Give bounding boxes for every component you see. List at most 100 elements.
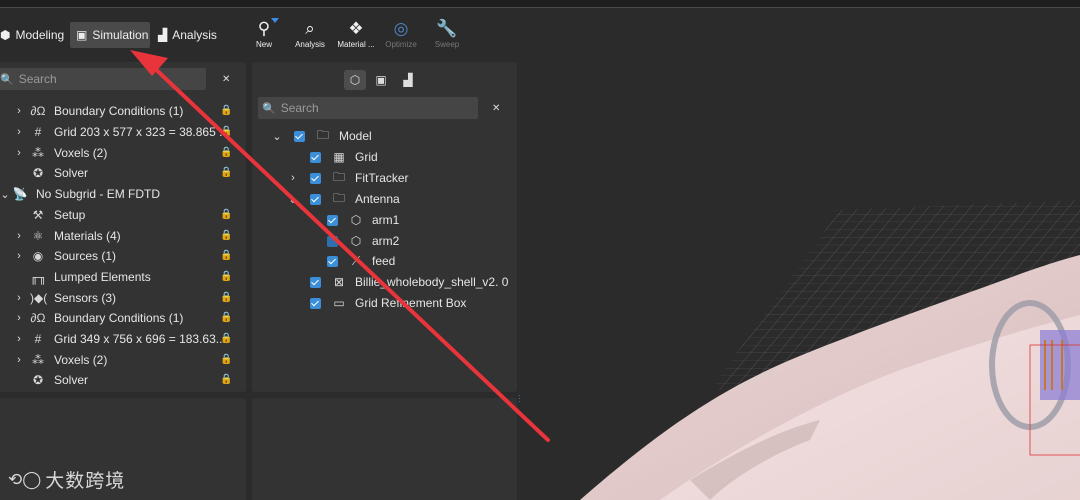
modeling-mode-button[interactable]: ⬢ Modeling [0,22,70,48]
solver-icon: ✪ [32,373,44,387]
tree-item[interactable]: ╓╖ Lumped Elements [30,267,151,287]
folder-icon: 🗀 [332,169,345,184]
lock-icon[interactable]: 🔒 [220,209,232,220]
visibility-checkbox[interactable] [310,276,321,288]
tree-item[interactable]: › ⁂ Voxels (2) [16,350,107,370]
visibility-checkbox[interactable] [294,130,305,142]
explorer-tabs: ⬡ ▣ ▟ [342,70,422,90]
collapse-all-icon[interactable]: ✕ [222,74,230,85]
tree-item[interactable]: ⊠ Billie_wholebody_shell_v2. 0 [310,272,508,292]
boundary-conditions-icon: ∂Ω [30,104,46,118]
visibility-checkbox[interactable] [310,297,321,309]
analysis-tab-bar-chart-icon[interactable]: ▟ [397,70,419,90]
simulation-search-input[interactable]: 🔍 Search [0,68,206,90]
tree-item[interactable]: › # Grid 203 x 577 x 323 = 38.865 ... [16,122,229,142]
visibility-checkbox[interactable] [327,235,338,247]
materials-icon: ⚛ [32,229,44,243]
sweep-button[interactable]: 🔧 Sweep [422,18,472,49]
tree-item-label: Billie_wholebody_shell_v2. 0 [355,275,509,289]
analysis-mode-button[interactable]: ▟ Analysis [152,22,223,48]
chevron-right-icon[interactable]: › [14,147,24,159]
target-icon: ◎ [393,19,409,38]
3d-viewport[interactable] [520,60,1080,500]
tree-item-label: No Subgrid - EM FDTD [36,187,161,201]
tree-item[interactable]: ⟋ feed [327,251,395,271]
tree-item[interactable]: ✪ Solver [30,163,88,183]
chevron-right-icon[interactable]: › [288,172,298,184]
tree-item-label: Voxels (2) [54,146,108,160]
tree-item[interactable]: › )◆( Sensors (3) [16,288,116,308]
tree-item-label: Materials (4) [54,229,121,243]
lock-icon[interactable]: 🔒 [220,292,232,303]
simulation-tab-chip-icon[interactable]: ▣ [370,70,392,90]
lock-icon[interactable]: 🔒 [220,354,232,365]
tree-item[interactable]: ⌄ 🗀 Antenna [288,189,399,209]
tree-item-model[interactable]: ⌄ 🗀 Model [272,126,371,146]
analysis-tool-label: Analysis [295,40,325,49]
lock-icon[interactable]: 🔒 [220,312,232,323]
lock-icon[interactable]: 🔒 [220,250,232,261]
simulation-search-placeholder: Search [18,72,57,86]
tree-item[interactable]: ⚒ Setup [30,205,86,225]
chevron-right-icon[interactable]: › [14,312,24,324]
tree-item-subgrid[interactable]: ⌄ 📡 No Subgrid - EM FDTD [0,184,161,204]
tree-item-label: Voxels (2) [54,353,108,367]
lock-icon[interactable]: 🔒 [220,271,232,282]
dropdown-caret-icon[interactable] [271,18,279,23]
lock-icon[interactable]: 🔒 [220,374,232,385]
visibility-checkbox[interactable] [310,151,321,163]
model-search-input[interactable]: 🔍 Search [258,97,478,119]
visibility-checkbox[interactable] [310,193,321,205]
tree-item-label: Lumped Elements [54,270,151,284]
analysis-tool-button[interactable]: ⌕ Analysis [285,18,335,49]
tree-item-label: Boundary Conditions (1) [54,104,184,118]
collapse-all-icon[interactable]: ✕ [492,103,500,114]
chevron-right-icon[interactable]: › [14,250,24,262]
material-button[interactable]: ❖ Material ... [331,18,381,49]
chevron-right-icon[interactable]: › [14,126,24,138]
chevron-down-icon[interactable]: ⌄ [288,193,298,206]
chevron-down-icon[interactable]: ⌄ [272,130,282,143]
tree-item[interactable]: › ∂Ω Boundary Conditions (1) [16,101,183,121]
tree-item-label: arm2 [372,234,400,248]
chevron-right-icon[interactable]: › [14,105,24,117]
tree-item[interactable]: › ∂Ω Boundary Conditions (1) [16,308,183,328]
details-panel [252,398,517,500]
visibility-checkbox[interactable] [327,214,338,226]
lock-icon[interactable]: 🔒 [220,167,232,178]
magnifier-chart-icon: ⌕ [305,19,315,38]
tree-item[interactable]: ✪ Solver [30,370,88,390]
tree-item[interactable]: › 🗀 FitTracker [288,168,408,188]
solid-body-icon: ⬡ [350,234,362,248]
optimize-button[interactable]: ◎ Optimize [376,18,426,49]
chevron-right-icon[interactable]: › [14,333,24,345]
lock-icon[interactable]: 🔒 [220,126,232,137]
watermark-logo-icon: ⟲◯ [8,469,42,489]
tree-item[interactable]: ⬡ arm2 [327,231,399,251]
tree-item-label: Grid 203 x 577 x 323 = 38.865 ... [54,125,230,139]
chevron-down-icon[interactable]: ⌄ [0,188,10,201]
lock-icon[interactable]: 🔒 [220,333,232,344]
chevron-right-icon[interactable]: › [14,230,24,242]
tree-item[interactable]: ▦ Grid [310,147,378,167]
grid-icon: # [34,332,42,346]
folder-icon: 🗀 [332,190,345,205]
lock-icon[interactable]: 🔒 [220,147,232,158]
tree-item[interactable]: › # Grid 349 x 756 x 696 = 183.63... [16,329,226,349]
tree-item[interactable]: ▭ Grid Refinement Box [310,293,466,313]
lock-icon[interactable]: 🔒 [220,230,232,241]
tree-item[interactable]: › ⁂ Voxels (2) [16,143,107,163]
tree-item-label: Grid 349 x 756 x 696 = 183.63... [54,332,226,346]
lock-icon[interactable]: 🔒 [220,105,232,116]
tree-item[interactable]: › ⚛ Materials (4) [16,226,121,246]
visibility-checkbox[interactable] [310,172,321,184]
simulation-mode-button[interactable]: ▣ Simulation [70,22,150,48]
new-simulation-button[interactable]: ⚲ New [239,18,289,49]
chevron-right-icon[interactable]: › [14,354,24,366]
visibility-checkbox[interactable] [327,255,338,267]
tree-item[interactable]: ⬡ arm1 [327,210,399,230]
chevron-right-icon[interactable]: › [14,292,24,304]
search-icon: 🔍 [0,73,14,86]
model-tab-cube-icon[interactable]: ⬡ [344,70,366,90]
tree-item[interactable]: › ◉ Sources (1) [16,246,116,266]
